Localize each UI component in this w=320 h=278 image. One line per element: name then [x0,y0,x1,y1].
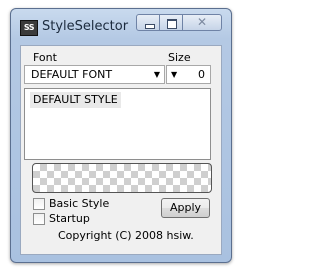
minimize-button[interactable] [136,14,160,31]
copyright-text: Copyright (C) 2008 hsiw. [58,229,194,242]
size-dropdown-value: 0 [198,68,205,81]
apply-button[interactable]: Apply [161,198,210,218]
style-preview-area [32,163,212,193]
list-item[interactable]: DEFAULT STYLE [30,92,121,108]
basic-style-label[interactable]: Basic Style [49,197,109,210]
size-dropdown[interactable]: ▼ 0 [166,65,211,84]
app-icon: SS [20,20,38,36]
font-label: Font [33,51,57,64]
close-button[interactable]: ✕ [182,14,222,31]
startup-label[interactable]: Startup [49,212,90,225]
font-dropdown-value: DEFAULT FONT [31,68,113,81]
startup-checkbox[interactable] [33,213,45,225]
maximize-button[interactable] [159,14,183,31]
font-dropdown[interactable]: DEFAULT FONT ▼ [24,65,165,84]
size-label: Size [168,51,191,64]
style-list[interactable]: DEFAULT STYLE [24,88,211,160]
title-bar[interactable]: SS StyleSelector ✕ [11,9,231,39]
window-title: StyleSelector [42,19,129,34]
basic-style-checkbox[interactable] [33,198,45,210]
close-icon: ✕ [196,15,208,29]
chevron-down-icon[interactable]: ▼ [154,66,160,83]
chevron-down-icon[interactable]: ▼ [171,66,177,83]
